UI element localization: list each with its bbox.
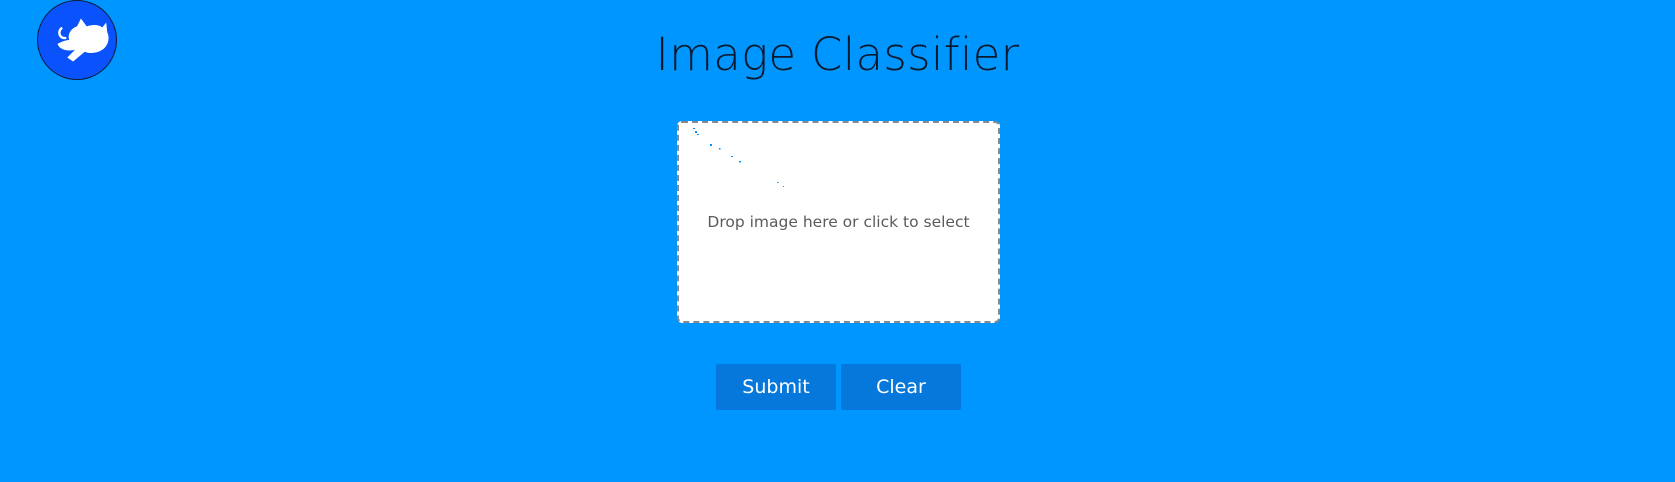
page-title: Image Classifier	[655, 28, 1020, 81]
submit-button[interactable]: Submit	[716, 364, 836, 410]
dropzone-artifacts	[693, 128, 784, 187]
image-dropzone[interactable]: Drop image here or click to select	[677, 121, 1000, 323]
clear-button[interactable]: Clear	[841, 364, 961, 410]
dropzone-prompt: Drop image here or click to select	[707, 213, 970, 231]
